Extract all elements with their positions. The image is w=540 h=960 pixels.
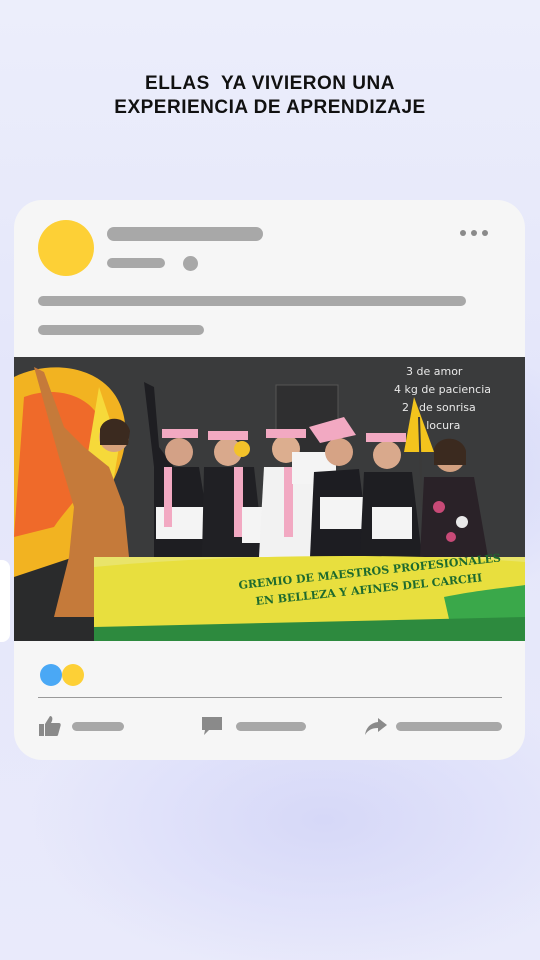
comment-button[interactable] [200, 710, 306, 740]
board-text-2: 4 kg de paciencia [394, 383, 491, 396]
board-text-1: 3 de amor [406, 365, 463, 378]
avatar[interactable] [38, 220, 94, 276]
post-text-line-1 [38, 296, 466, 306]
comment-bubble-icon [202, 717, 222, 735]
share-label-placeholder [396, 722, 502, 731]
author-name-placeholder [107, 227, 263, 241]
more-options-icon[interactable] [460, 228, 490, 238]
privacy-dot [183, 256, 198, 271]
post-meta-placeholder [107, 258, 165, 268]
like-button[interactable] [38, 710, 126, 740]
share-arrow-icon [365, 718, 387, 735]
post-text-line-2 [38, 325, 204, 335]
comment-label-placeholder [236, 722, 306, 731]
like-label-placeholder [72, 722, 124, 731]
headline: ELLAS YA VIVIERON UNA EXPERIENCIA DE APR… [0, 72, 540, 120]
headline-line-2: EXPERIENCIA DE APRENDIZAJE [114, 97, 426, 118]
side-decoration [0, 560, 10, 642]
divider [38, 697, 502, 698]
like-thumb-icon [39, 716, 61, 736]
social-post-card: 3 de amor 4 kg de paciencia 2 l de sonri… [14, 200, 525, 760]
reaction-love-icon [62, 664, 84, 686]
reaction-like-icon [40, 664, 62, 686]
post-photo[interactable]: 3 de amor 4 kg de paciencia 2 l de sonri… [14, 357, 525, 641]
headline-line-1: ELLAS YA VIVIERON UNA [145, 73, 395, 94]
share-button[interactable] [364, 710, 502, 740]
